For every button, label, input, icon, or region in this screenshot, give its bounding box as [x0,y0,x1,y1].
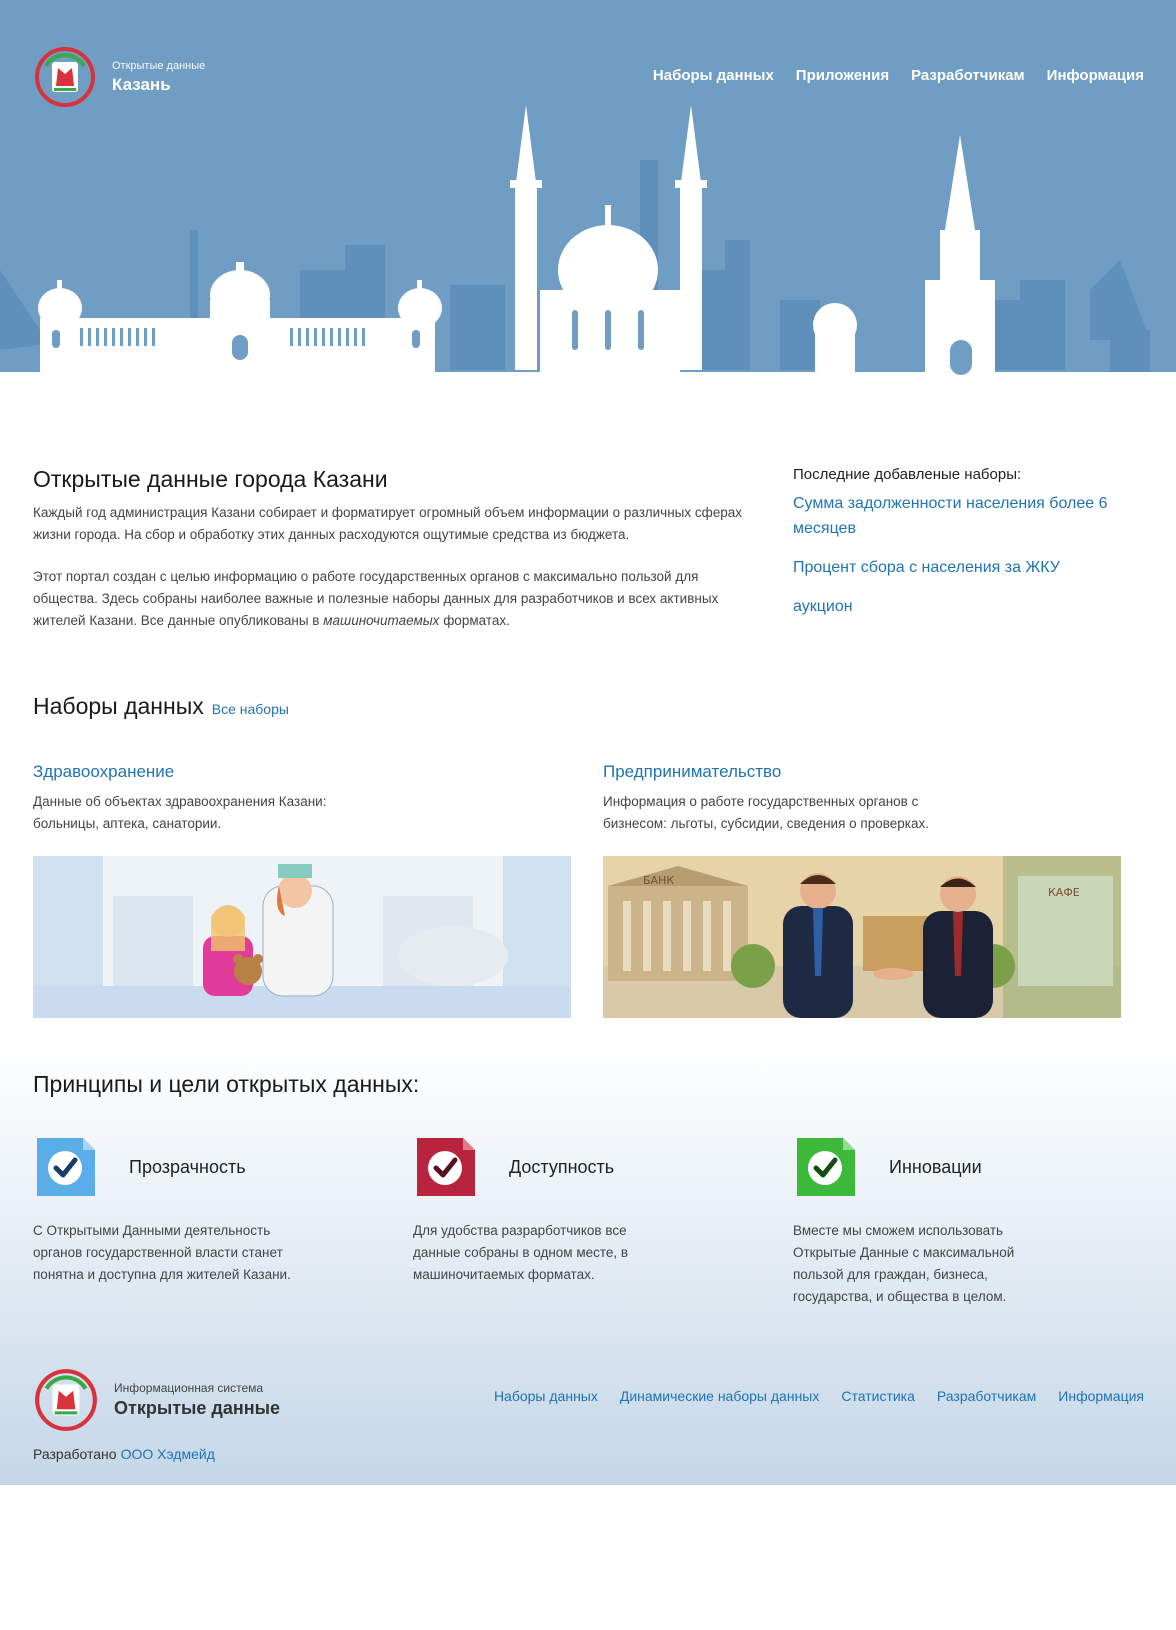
main-nav: Наборы данных Приложения Разработчикам И… [653,67,1144,84]
dataset-healthcare-desc: Данные об объектах здравоохранения Казан… [33,794,327,831]
footer-logo[interactable]: Информационная система Открытые данные [32,1368,280,1432]
principle-text: Вместе мы сможем использовать Открытые Д… [793,1223,1015,1304]
dataset-healthcare-link[interactable]: Здравоохранение [33,762,174,781]
footer-nav-dynamic-datasets[interactable]: Динамические наборы данных [620,1388,820,1404]
hero-banner: Открытые данные Казань Наборы данных При… [0,0,1176,420]
intro-paragraph-2-end: форматах. [443,613,510,628]
dataset-business-link[interactable]: Предпринимательство [603,762,781,781]
healthcare-illustration[interactable] [33,856,571,1018]
principle-transparency: Прозрачность С Открытыми Данными деятель… [33,1134,333,1286]
site-logo[interactable]: Открытые данные Казань [32,46,205,108]
dataset-card-healthcare: Здравоохранение Данные об объектах здрав… [33,760,571,835]
checklist-red-icon [417,1138,475,1196]
checklist-green-icon [797,1138,855,1196]
footer-logo-subtitle: Информационная система [114,1381,264,1395]
credit-prefix: Разработано [33,1446,117,1462]
footer-nav-statistics[interactable]: Статистика [841,1388,915,1404]
footer-nav-datasets[interactable]: Наборы данных [494,1388,598,1404]
recent-dataset-link[interactable]: Процент сбора с населения за ЖКУ [793,555,1143,580]
intro-section: Открытые данные города Казани Каждый год… [33,466,763,632]
principle-name: Доступность [509,1156,615,1177]
footer-nav-info[interactable]: Информация [1058,1388,1144,1404]
footer-logo-title: Открытые данные [114,1398,280,1418]
principle-accessibility: Доступность Для удобства разрарботчиков … [413,1134,713,1286]
developer-link[interactable]: ООО Хэдмейд [121,1446,215,1462]
recent-datasets-title: Последние добавленые наборы: [793,466,1022,483]
principle-name: Прозрачность [129,1156,246,1177]
checklist-blue-icon [37,1138,95,1196]
nav-datasets[interactable]: Наборы данных [653,67,774,84]
logo-title: Казань [112,74,171,94]
nav-info[interactable]: Информация [1047,67,1144,84]
nav-apps[interactable]: Приложения [796,67,889,84]
footer-nav-developers[interactable]: Разработчикам [937,1388,1036,1404]
cafe-sign: КАФЕ [1048,886,1080,899]
principle-text: Для удобства разрарботчиков все данные с… [413,1223,629,1282]
recent-dataset-link[interactable]: Сумма задолженности населения более 6 ме… [793,491,1143,541]
intro-paragraph-1: Каждый год администрация Казани собирает… [33,505,742,542]
intro-title: Открытые данные города Казани [33,466,388,492]
recent-dataset-link[interactable]: аукцион [793,594,1143,619]
business-illustration[interactable]: БАНК КАФЕ [603,856,1141,1018]
dataset-business-desc: Информация о работе государственных орга… [603,794,929,831]
principle-name: Инновации [889,1156,982,1177]
principle-innovation: Инновации Вместе мы сможем использовать … [793,1134,1093,1308]
kazan-emblem-icon [35,47,95,107]
datasets-title: Наборы данных [33,693,204,719]
recent-datasets: Последние добавленые наборы: Сумма задол… [793,466,1143,619]
intro-paragraph-2-emphasis: машиночитаемых [323,613,440,628]
footer-nav: Наборы данных Динамические наборы данных… [494,1388,1144,1404]
all-datasets-link[interactable]: Все наборы [212,701,289,717]
developer-credit: Разработано ООО Хэдмейд [33,1446,215,1462]
datasets-header: Наборы данных Все наборы [33,693,289,720]
bank-sign: БАНК [643,874,674,887]
kazan-emblem-icon [35,1369,97,1431]
principles-title: Принципы и цели открытых данных: [33,1071,420,1097]
intro-paragraph-2: Этот портал создан с целью информацию о … [33,566,763,632]
logo-subtitle: Открытые данные [112,59,206,72]
principle-text: С Открытыми Данными деятельность органов… [33,1223,291,1282]
nav-developers[interactable]: Разработчикам [911,67,1025,84]
dataset-card-business: Предпринимательство Информация о работе … [603,760,1141,835]
